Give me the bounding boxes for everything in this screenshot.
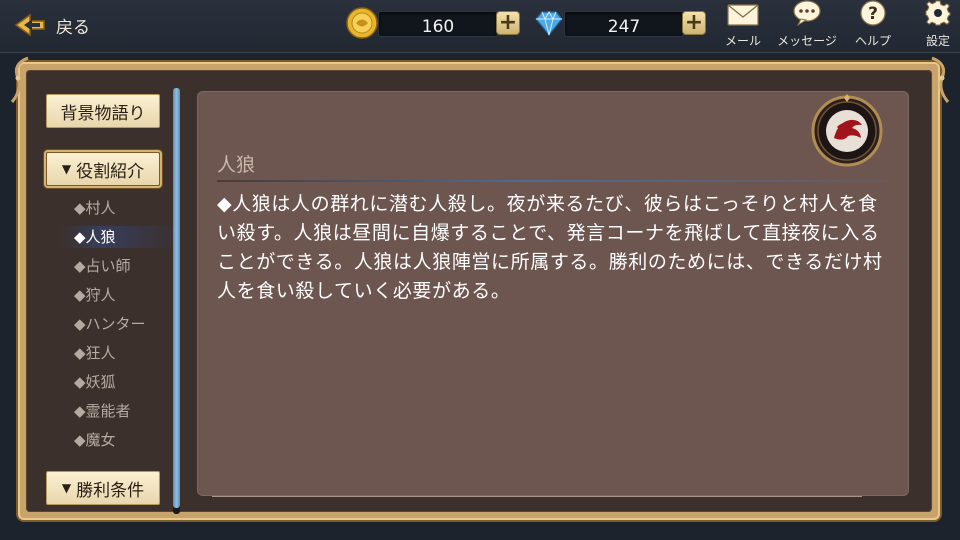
frame-left-ornament [8, 56, 30, 110]
gold-coin-icon [346, 7, 378, 43]
background-story-label: 背景物語り [60, 103, 146, 124]
settings-label: 設定 [925, 34, 950, 48]
frame-right-ornament [930, 56, 952, 110]
gear-icon [925, 0, 951, 30]
chevron-down-icon: ▼ [61, 481, 72, 495]
role-item-seer[interactable]: ◆占い師 [60, 255, 180, 277]
win-conditions-button[interactable]: ▼ 勝利条件 [46, 471, 160, 505]
role-title: 人狼 [217, 154, 256, 176]
message-label: メッセージ [777, 34, 837, 48]
role-item-madman[interactable]: ◆狂人 [60, 342, 180, 364]
mail-label: メール [724, 34, 761, 48]
role-item-witch[interactable]: ◆魔女 [60, 429, 180, 451]
back-arrow-icon [14, 13, 48, 37]
add-coins-button[interactable]: + [496, 11, 520, 35]
gem-value-box: 247 [564, 11, 684, 37]
role-description: ◆人狼は人の群れに潜む人殺し。夜が来るたび、彼らはこっそりと村人を食い殺す。人狼… [217, 193, 883, 302]
roles-section-button[interactable]: ▼ 役割紹介 [46, 152, 160, 186]
background-story-button[interactable]: 背景物語り [46, 94, 160, 128]
title-divider [217, 180, 887, 182]
speech-bubble-icon [792, 0, 822, 30]
back-button[interactable]: 戻る [14, 8, 90, 42]
chevron-down-icon: ▼ [61, 162, 72, 176]
top-bar: 戻る 160 + 247 + メール メッセージ ? ヘルプ 設定 [0, 0, 960, 53]
sidebar-scrollbar[interactable] [173, 88, 180, 514]
role-item-hunter[interactable]: ◆ハンター [60, 313, 180, 335]
content-bottom-divider [212, 496, 862, 497]
win-conditions-label: 勝利条件 [76, 480, 145, 501]
message-button[interactable]: メッセージ [774, 0, 840, 49]
role-item-werewolf[interactable]: ◆人狼 [60, 226, 180, 248]
add-gems-button[interactable]: + [682, 11, 706, 35]
werewolf-faction-emblem-icon [808, 92, 886, 174]
gem-value: 247 [607, 17, 641, 37]
role-item-villager[interactable]: ◆村人 [60, 197, 180, 219]
role-item-medium[interactable]: ◆霊能者 [60, 400, 180, 422]
back-label: 戻る [56, 17, 90, 38]
svg-text:?: ? [868, 4, 878, 24]
diamond-icon [532, 9, 566, 41]
role-item-guard[interactable]: ◆狩人 [60, 284, 180, 306]
question-icon: ? [860, 0, 886, 30]
settings-button[interactable]: 設定 [920, 0, 956, 49]
mail-button[interactable]: メール [722, 4, 764, 49]
sidebar-scroll-thumb[interactable] [173, 88, 180, 508]
help-label: ヘルプ [854, 34, 891, 48]
roles-section-label: 役割紹介 [76, 161, 145, 182]
envelope-icon [727, 4, 759, 30]
coin-value-box: 160 [378, 11, 498, 37]
role-item-fox[interactable]: ◆妖狐 [60, 371, 180, 393]
coin-value: 160 [421, 17, 455, 37]
help-button[interactable]: ? ヘルプ [850, 0, 896, 49]
